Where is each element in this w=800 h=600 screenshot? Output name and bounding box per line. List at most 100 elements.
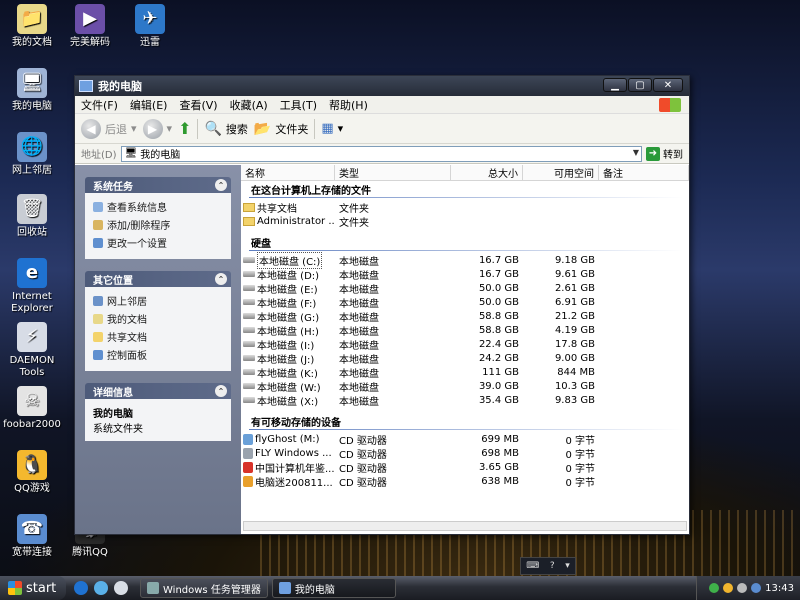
desktop-icon-xunlei[interactable]: ✈ 迅雷	[118, 4, 182, 49]
place-my-documents[interactable]: 我的文档	[93, 311, 223, 326]
menubar: 文件(F) 编辑(E) 查看(V) 收藏(A) 工具(T) 帮助(H)	[75, 96, 689, 114]
collapse-icon[interactable]: ⌃	[215, 273, 227, 285]
menu-file[interactable]: 文件(F)	[81, 97, 118, 113]
desktop-icon-my-documents[interactable]: 📁 我的文档	[0, 4, 64, 49]
place-network[interactable]: 网上邻居	[93, 293, 223, 308]
column-name[interactable]: 名称	[241, 165, 335, 180]
details-header[interactable]: 详细信息 ⌃	[85, 383, 231, 399]
taskbar-button-task-manager[interactable]: Windows 任务管理器	[140, 578, 268, 598]
desktop-icon-internet-explorer[interactable]: e Internet Explorer	[0, 258, 64, 315]
network-icon[interactable]	[751, 583, 762, 593]
keyboard-icon[interactable]: ⌨	[526, 561, 539, 571]
clock[interactable]: 13:43	[765, 583, 794, 594]
task-add-remove-programs[interactable]: 添加/删除程序	[93, 217, 223, 232]
system-tasks-panel: 系统任务 ⌃ 查看系统信息 添加/删除程序 更改一个设置	[85, 177, 231, 259]
removable-row[interactable]: FLY Windows ... CD 驱动器 698 MB 0 字节	[241, 446, 689, 461]
desktop-icon-perfect-decoder[interactable]: ▶ 完美解码	[58, 4, 122, 49]
quick-launch	[66, 581, 136, 595]
up-button[interactable]: ⬆	[178, 119, 191, 138]
start-button[interactable]: start	[0, 576, 66, 600]
desktop-icon-broadband[interactable]: ☎ 宽带连接	[0, 514, 64, 559]
qq-icon[interactable]	[723, 583, 734, 593]
address-input[interactable]: 🖥 我的电脑 ▼	[120, 145, 642, 162]
system-tasks-header[interactable]: 系统任务 ⌃	[85, 177, 231, 193]
place-shared-documents[interactable]: 共享文档	[93, 329, 223, 344]
search-button[interactable]: 🔍 搜索	[204, 121, 247, 137]
column-total-size[interactable]: 总大小	[451, 165, 523, 180]
column-note[interactable]: 备注	[599, 165, 689, 180]
ie-icon[interactable]	[74, 581, 88, 595]
column-type[interactable]: 类型	[335, 165, 451, 180]
window-body: 系统任务 ⌃ 查看系统信息 添加/删除程序 更改一个设置 其它位置 ⌃ 网上邻居…	[75, 165, 689, 534]
up-folder-icon: ⬆	[178, 119, 192, 138]
go-button[interactable]: ➜ 转到	[646, 146, 683, 161]
menu-view[interactable]: 查看(V)	[179, 97, 217, 113]
menu-edit[interactable]: 编辑(E)	[130, 97, 168, 113]
drive-row[interactable]: 本地磁盘 (G:) 本地磁盘 58.8 GB 21.2 GB	[241, 309, 689, 324]
removable-row[interactable]: flyGhost (M:) CD 驱动器 699 MB 0 字节	[241, 432, 689, 447]
computer-icon	[278, 582, 291, 594]
drive-row[interactable]: 本地磁盘 (C:) 本地磁盘 16.7 GB 9.18 GB	[241, 251, 689, 269]
task-view-system-info[interactable]: 查看系统信息	[93, 199, 223, 214]
menu-help[interactable]: 帮助(H)	[329, 97, 368, 113]
menu-favorites[interactable]: 收藏(A)	[230, 97, 268, 113]
task-change-setting[interactable]: 更改一个设置	[93, 235, 223, 250]
forward-button[interactable]: ▶ ▾	[142, 118, 172, 139]
other-places-header[interactable]: 其它位置 ⌃	[85, 271, 231, 287]
desktop-icon-network[interactable]: 🌐 网上邻居	[0, 132, 64, 177]
removable-row[interactable]: 电脑迷200811... CD 驱动器 638 MB 0 字节	[241, 474, 689, 489]
details-panel: 详细信息 ⌃ 我的电脑 系统文件夹	[85, 383, 231, 441]
drive-row[interactable]: 本地磁盘 (X:) 本地磁盘 35.4 GB 9.83 GB	[241, 393, 689, 408]
column-free-space[interactable]: 可用空间	[523, 165, 599, 180]
list-item[interactable]: Administrator ... 文件夹	[241, 214, 689, 229]
close-button[interactable]: ✕	[653, 78, 683, 92]
my-computer-window[interactable]: 我的电脑 ▁ ▢ ✕ 文件(F) 编辑(E) 查看(V) 收藏(A) 工具(T)…	[74, 75, 690, 535]
window-titlebar[interactable]: 我的电脑	[75, 76, 689, 96]
minimize-button[interactable]: ▁	[603, 78, 627, 92]
desktop-icon-foobar2000[interactable]: ☠ foobar2000	[0, 386, 64, 431]
place-control-panel[interactable]: 控制面板	[93, 347, 223, 362]
taskbar-button-my-computer[interactable]: 我的电脑	[271, 578, 396, 598]
address-bar: 地址(D) 🖥 我的电脑 ▼ ➜ 转到	[75, 144, 689, 164]
menu-tools[interactable]: 工具(T)	[280, 97, 317, 113]
window-controls: ▁ ▢ ✕	[603, 78, 683, 92]
removable-row[interactable]: 中国计算机年鉴... CD 驱动器 3.65 GB 0 字节	[241, 460, 689, 475]
back-button[interactable]: ◀ 后退 ▾	[81, 118, 137, 139]
list-item[interactable]: 共享文档 文件夹	[241, 200, 689, 215]
chevron-down-icon[interactable]: ▾	[565, 561, 570, 571]
horizontal-scrollbar[interactable]	[243, 521, 687, 531]
file-list: 名称 类型 总大小 可用空间 备注 在这台计算机上存储的文件 共享文档 文件夹 …	[241, 165, 689, 534]
drive-row[interactable]: 本地磁盘 (E:) 本地磁盘 50.0 GB 2.61 GB	[241, 281, 689, 296]
views-button[interactable]: ▦ ▾	[321, 121, 343, 136]
desktop-icon-qq-games[interactable]: 🐧 QQ游戏	[0, 450, 64, 495]
drive-row[interactable]: 本地磁盘 (F:) 本地磁盘 50.0 GB 6.91 GB	[241, 295, 689, 310]
language-bar[interactable]: ⌨ ? ▾	[520, 557, 576, 575]
folder-icon	[243, 216, 255, 226]
collapse-icon[interactable]: ⌃	[215, 179, 227, 191]
drive-row[interactable]: 本地磁盘 (K:) 本地磁盘 111 GB 844 MB	[241, 365, 689, 380]
desktop-icon-my-computer[interactable]: 🖥 我的电脑	[0, 68, 64, 113]
help-icon[interactable]: ?	[550, 561, 555, 571]
drive-row[interactable]: 本地磁盘 (I:) 本地磁盘 22.4 GB 17.8 GB	[241, 337, 689, 352]
media-player-icon[interactable]	[114, 581, 128, 595]
media-player-icon: ▶	[75, 4, 105, 34]
folder-icon	[93, 331, 103, 342]
collapse-icon[interactable]: ⌃	[215, 385, 227, 397]
drive-row[interactable]: 本地磁盘 (H:) 本地磁盘 58.8 GB 4.19 GB	[241, 323, 689, 338]
volume-icon[interactable]	[737, 583, 748, 593]
windows-logo-icon	[659, 98, 681, 112]
drive-row[interactable]: 本地磁盘 (W:) 本地磁盘 39.0 GB 10.3 GB	[241, 379, 689, 394]
desktop-icon-daemon-tools[interactable]: ⚡ DAEMON Tools	[0, 322, 64, 379]
maximize-button[interactable]: ▢	[628, 78, 652, 92]
show-desktop-icon[interactable]	[94, 581, 108, 595]
windows-logo-icon	[8, 581, 22, 595]
details-body: 我的电脑 系统文件夹	[85, 399, 231, 441]
control-panel-icon	[93, 237, 103, 248]
desktop-icon-recycle-bin[interactable]: 🗑 回收站	[0, 194, 64, 239]
drive-row[interactable]: 本地磁盘 (J:) 本地磁盘 24.2 GB 9.00 GB	[241, 351, 689, 366]
folders-button[interactable]: 📂 文件夹	[254, 121, 308, 137]
network-icon	[93, 295, 103, 306]
tray-app-icon[interactable]	[709, 583, 720, 593]
chevron-down-icon[interactable]: ▼	[633, 148, 639, 157]
drive-row[interactable]: 本地磁盘 (D:) 本地磁盘 16.7 GB 9.61 GB	[241, 267, 689, 282]
